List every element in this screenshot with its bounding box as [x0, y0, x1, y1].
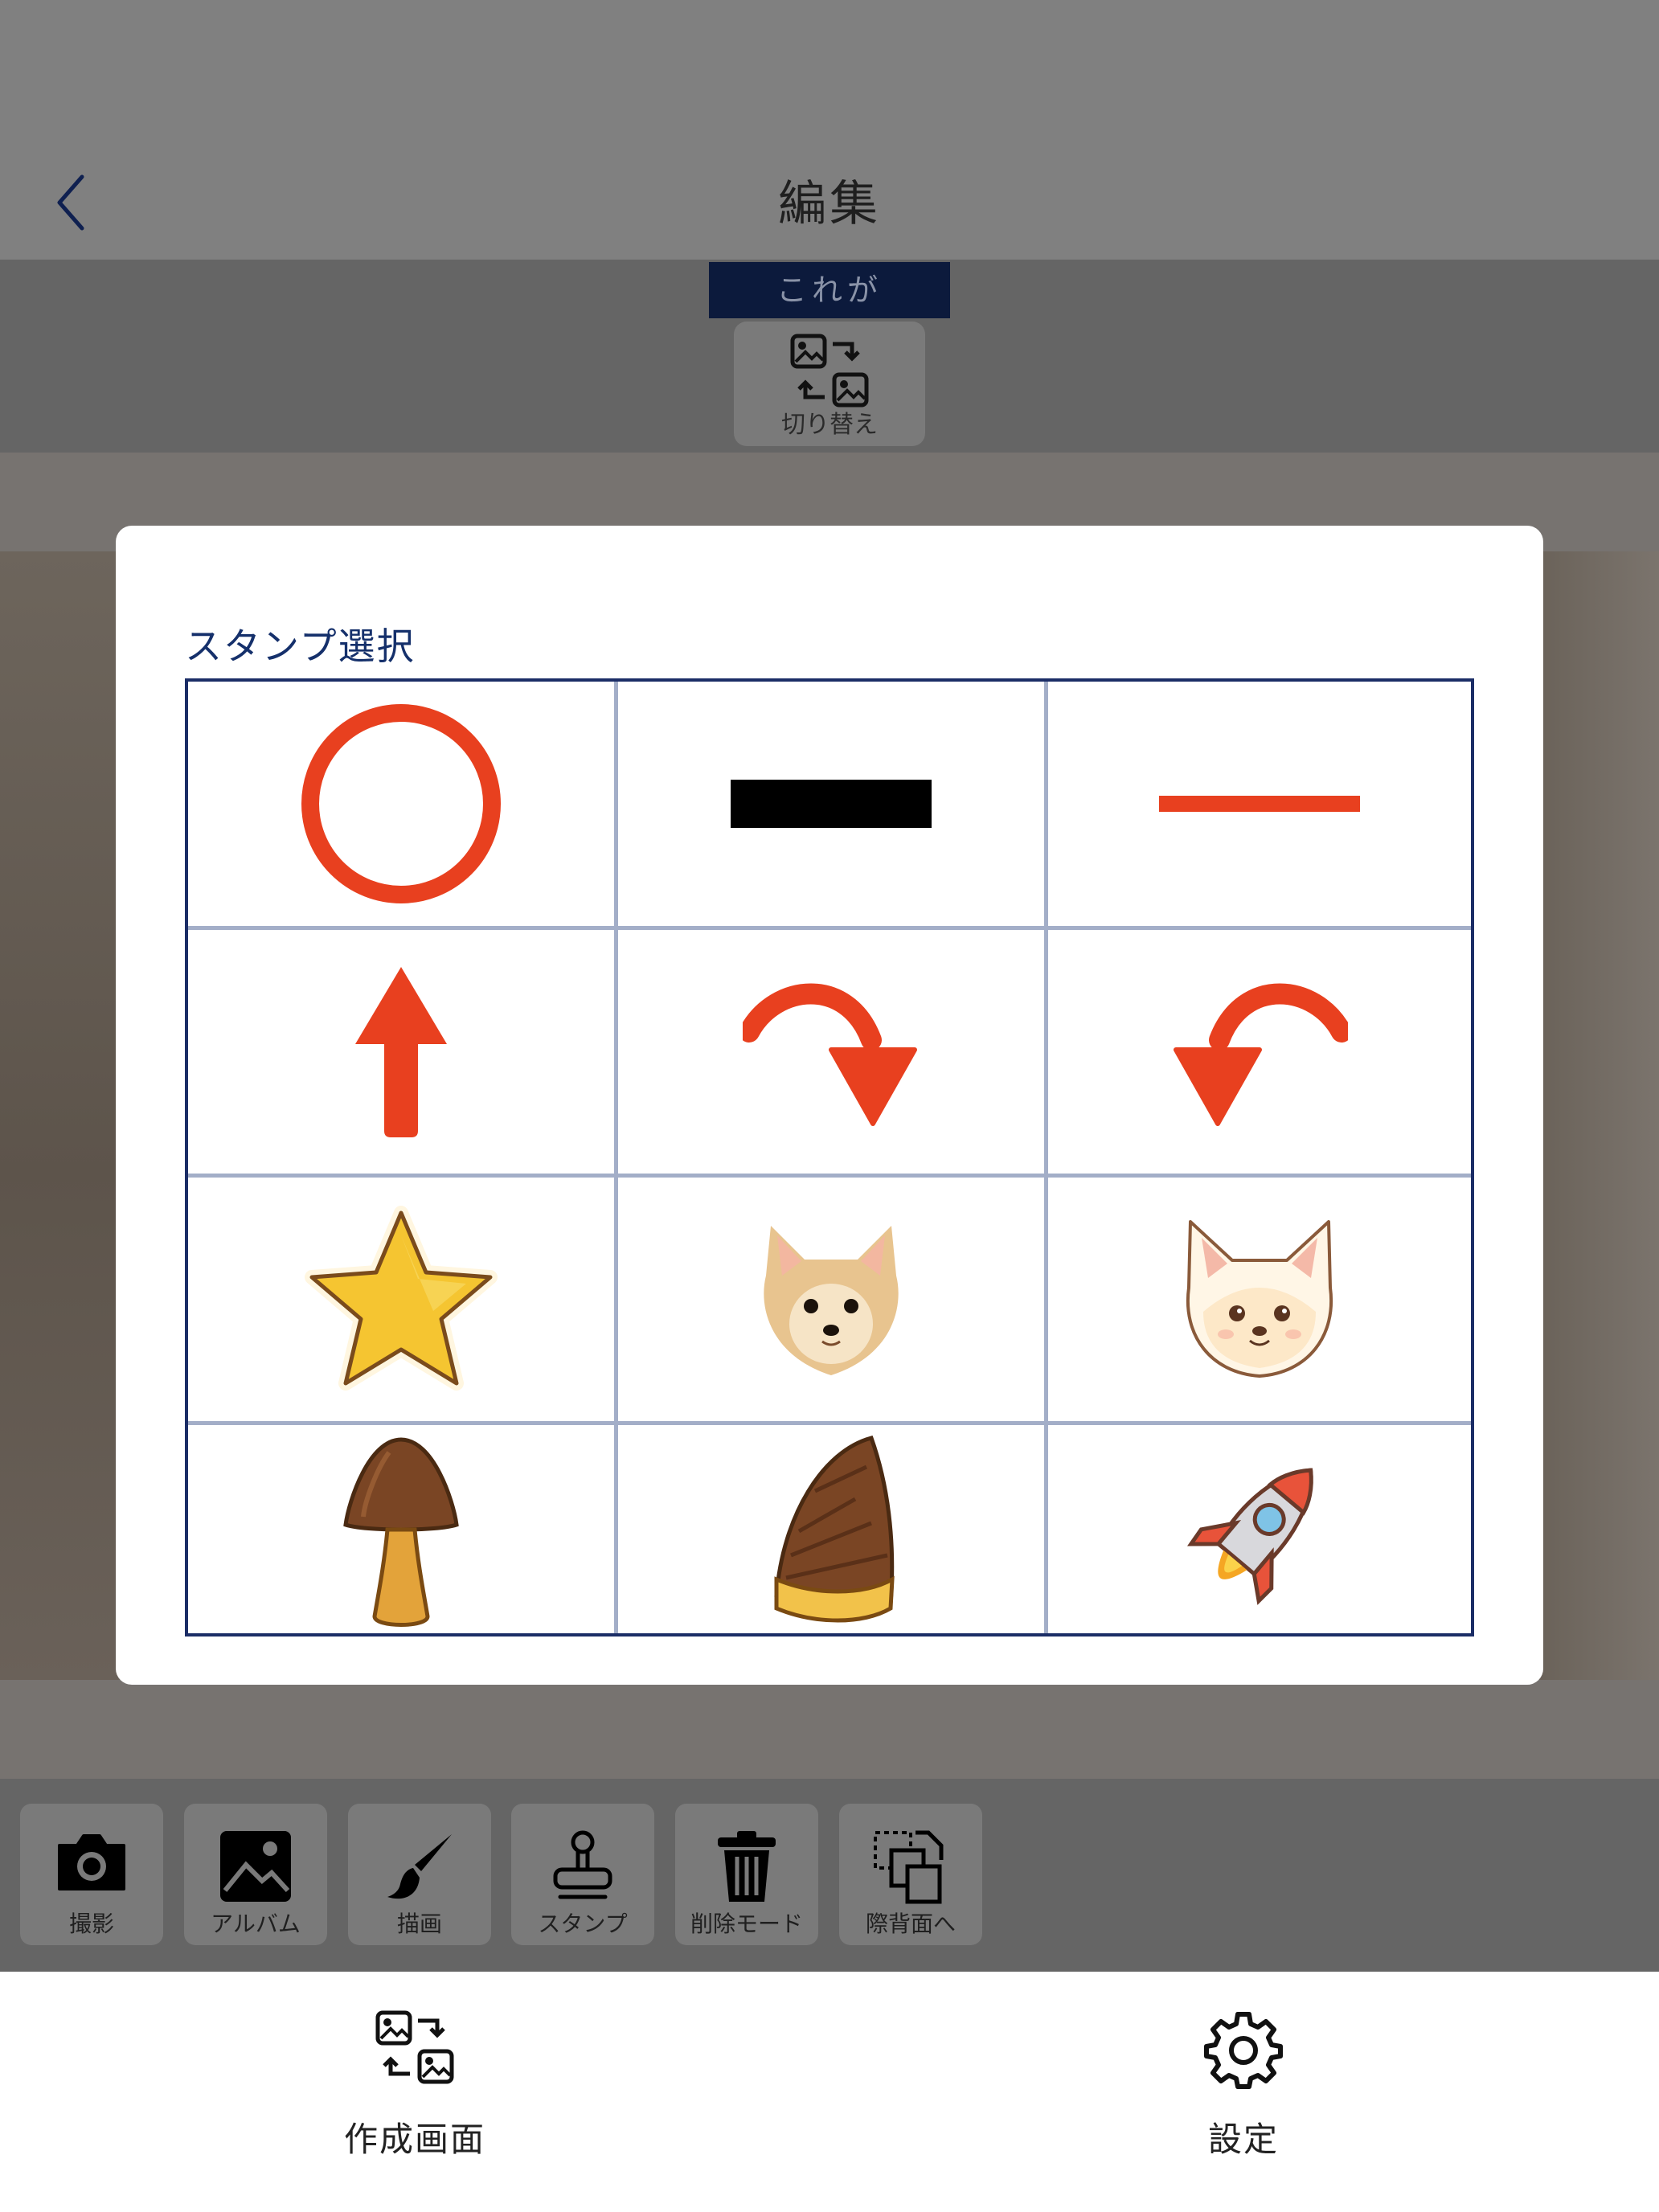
- switch-image-button[interactable]: 切り替え: [734, 322, 925, 446]
- circle-outline-icon: [301, 704, 501, 903]
- tab-bar: [0, 1972, 1659, 2212]
- stamp-red-line[interactable]: [1048, 682, 1471, 926]
- stamp-chihuahua-photo[interactable]: [618, 1178, 1044, 1421]
- stamp-rocket[interactable]: [1048, 1425, 1471, 1636]
- dog-photo-icon: [764, 1225, 899, 1375]
- curved-arrow-counterclockwise-icon: [1174, 983, 1348, 1126]
- delete-mode-label: 削除モード: [690, 1911, 803, 1937]
- stamp-button[interactable]: スタンプ: [511, 1804, 654, 1945]
- send-to-back-icon: [874, 1830, 944, 1904]
- stamp-red-circle[interactable]: [188, 682, 614, 926]
- send-to-back-label: 際背面へ: [865, 1911, 956, 1937]
- page-title: 編集: [778, 176, 881, 232]
- camera-label: 撮影: [68, 1911, 114, 1937]
- arrow-up-icon: [355, 966, 447, 1137]
- bamboo-shoot-icon: [774, 1435, 895, 1623]
- stamp-red-up-arrow[interactable]: [188, 930, 614, 1174]
- curved-arrow-clockwise-icon: [743, 983, 917, 1126]
- photo-album-icon: [220, 1831, 291, 1902]
- album-button[interactable]: アルバム: [184, 1804, 327, 1945]
- image-swap-icon: [790, 334, 869, 408]
- background-photo-edge: [1543, 551, 1659, 1680]
- star-icon: [305, 1205, 498, 1391]
- rocket-icon: [1187, 1467, 1313, 1605]
- dialog-title: スタンプ選択: [185, 625, 416, 668]
- stamp-icon: [553, 1830, 612, 1899]
- trash-icon: [718, 1831, 776, 1902]
- camera-icon: [58, 1834, 125, 1890]
- stamp-label: スタンプ: [538, 1911, 628, 1937]
- gear-icon: [1204, 2012, 1283, 2089]
- tab-create-screen[interactable]: 作成画面: [262, 2001, 567, 2162]
- stamp-grid: [185, 678, 1474, 1636]
- dog-illustration-icon: [1186, 1219, 1333, 1378]
- red-line-icon: [1159, 796, 1360, 812]
- stamp-mushroom[interactable]: [188, 1425, 614, 1636]
- stamp-bamboo-shoot[interactable]: [618, 1425, 1044, 1636]
- source-label: これが: [709, 262, 950, 318]
- album-label: アルバム: [211, 1911, 301, 1937]
- black-rectangle-icon: [731, 780, 932, 828]
- tab-settings[interactable]: 設定: [1091, 2001, 1396, 2162]
- stamp-chihuahua-illustration[interactable]: [1048, 1178, 1471, 1421]
- send-to-back-button[interactable]: 際背面へ: [839, 1804, 982, 1945]
- stamp-black-bar[interactable]: [618, 682, 1044, 926]
- mushroom-icon: [343, 1437, 459, 1627]
- stamp-star[interactable]: [188, 1178, 614, 1421]
- stamp-curved-arrow-right[interactable]: [618, 930, 1044, 1174]
- draw-button[interactable]: 描画: [348, 1804, 491, 1945]
- tab-settings-label: 設定: [1207, 2120, 1279, 2159]
- brush-icon: [387, 1834, 452, 1899]
- switch-label: 切り替え: [781, 411, 878, 439]
- tab-create-screen-label: 作成画面: [343, 2120, 485, 2159]
- camera-button[interactable]: 撮影: [20, 1804, 163, 1945]
- image-swap-icon: [375, 2010, 454, 2084]
- delete-mode-button[interactable]: 削除モード: [675, 1804, 818, 1945]
- stamp-curved-arrow-left[interactable]: [1048, 930, 1471, 1174]
- draw-label: 描画: [396, 1911, 442, 1937]
